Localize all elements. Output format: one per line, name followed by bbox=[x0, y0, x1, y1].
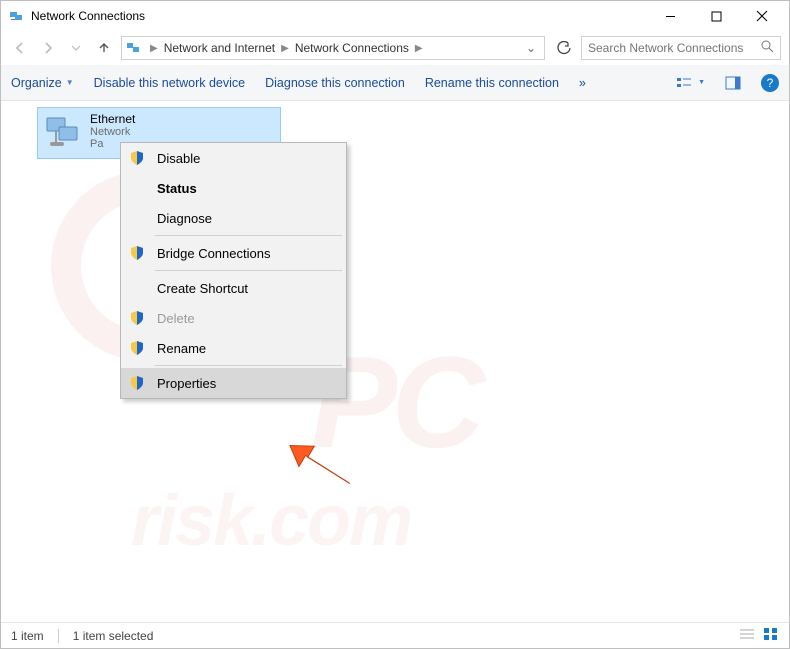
rename-label: Rename this connection bbox=[425, 76, 559, 90]
menu-separator bbox=[155, 365, 342, 366]
address-row: ▶ Network and Internet ▶ Network Connect… bbox=[1, 31, 789, 65]
command-bar: Organize ▼ Disable this network device D… bbox=[1, 65, 789, 101]
shield-icon bbox=[129, 150, 145, 166]
chevron-right-icon: ▶ bbox=[411, 43, 427, 54]
diagnose-label: Diagnose this connection bbox=[265, 76, 405, 90]
ctx-delete: Delete bbox=[121, 303, 346, 333]
chevron-right-icon: ▶ bbox=[277, 43, 293, 54]
ctx-status[interactable]: Status bbox=[121, 173, 346, 203]
chevron-right-icon: ▶ bbox=[146, 43, 162, 54]
shield-icon bbox=[129, 340, 145, 356]
annotation-arrow bbox=[285, 435, 363, 495]
window-controls bbox=[647, 1, 785, 31]
ctx-bridge-label: Bridge Connections bbox=[157, 246, 270, 261]
view-options-button[interactable]: ▼ bbox=[676, 76, 705, 90]
window-title: Network Connections bbox=[31, 9, 647, 23]
back-button[interactable] bbox=[9, 37, 31, 59]
status-item-count: 1 item bbox=[11, 629, 44, 643]
help-button[interactable]: ? bbox=[761, 74, 779, 92]
ctx-properties[interactable]: Properties bbox=[121, 368, 346, 398]
search-icon bbox=[761, 40, 774, 56]
close-button[interactable] bbox=[739, 1, 785, 31]
shield-icon bbox=[129, 310, 145, 326]
up-button[interactable] bbox=[93, 37, 115, 59]
large-icons-view-icon[interactable] bbox=[763, 627, 779, 644]
address-dropdown-icon[interactable]: ⌄ bbox=[522, 41, 540, 55]
recent-dropdown[interactable] bbox=[65, 37, 87, 59]
address-bar[interactable]: ▶ Network and Internet ▶ Network Connect… bbox=[121, 36, 545, 60]
watermark-site: risk.com bbox=[131, 480, 411, 562]
adapter-network: Network bbox=[90, 126, 135, 138]
explorer-window: Network Connections ▶ Network and Intern… bbox=[0, 0, 790, 649]
shield-icon bbox=[129, 245, 145, 261]
minimize-button[interactable] bbox=[647, 1, 693, 31]
status-bar: 1 item 1 item selected bbox=[1, 622, 789, 648]
dropdown-caret-icon: ▼ bbox=[66, 78, 74, 87]
search-input[interactable] bbox=[588, 41, 761, 55]
menu-separator bbox=[155, 270, 342, 271]
toolbar-overflow[interactable]: » bbox=[579, 76, 586, 90]
ctx-delete-label: Delete bbox=[157, 311, 195, 326]
organize-label: Organize bbox=[11, 76, 62, 90]
ctx-properties-label: Properties bbox=[157, 376, 216, 391]
adapter-name: Ethernet bbox=[90, 112, 135, 126]
disable-device-button[interactable]: Disable this network device bbox=[94, 76, 245, 90]
content-area[interactable]: PC risk.com Ethernet Network Pa Disable … bbox=[1, 101, 789, 622]
breadcrumb-current[interactable]: Network Connections bbox=[293, 41, 411, 55]
status-separator bbox=[58, 629, 59, 643]
dropdown-caret-icon: ▼ bbox=[698, 79, 705, 86]
refresh-button[interactable] bbox=[553, 37, 575, 59]
ctx-disable-label: Disable bbox=[157, 151, 200, 166]
diagnose-button[interactable]: Diagnose this connection bbox=[265, 76, 405, 90]
adapter-icon bbox=[44, 112, 84, 152]
maximize-button[interactable] bbox=[693, 1, 739, 31]
menu-separator bbox=[155, 235, 342, 236]
rename-button[interactable]: Rename this connection bbox=[425, 76, 559, 90]
search-box[interactable] bbox=[581, 36, 781, 60]
ctx-rename[interactable]: Rename bbox=[121, 333, 346, 363]
ctx-diagnose-label: Diagnose bbox=[157, 211, 212, 226]
ctx-shortcut-label: Create Shortcut bbox=[157, 281, 248, 296]
shield-icon bbox=[129, 375, 145, 391]
ctx-rename-label: Rename bbox=[157, 341, 206, 356]
breadcrumb-parent[interactable]: Network and Internet bbox=[162, 41, 277, 55]
organize-menu[interactable]: Organize ▼ bbox=[11, 76, 74, 90]
details-view-icon[interactable] bbox=[739, 627, 755, 644]
context-menu: Disable Status Diagnose Bridge Connectio… bbox=[120, 142, 347, 399]
ctx-diagnose[interactable]: Diagnose bbox=[121, 203, 346, 233]
app-icon bbox=[9, 8, 25, 24]
ctx-shortcut[interactable]: Create Shortcut bbox=[121, 273, 346, 303]
status-selected-count: 1 item selected bbox=[73, 629, 154, 643]
disable-device-label: Disable this network device bbox=[94, 76, 245, 90]
overflow-label: » bbox=[579, 76, 586, 90]
preview-pane-button[interactable] bbox=[725, 76, 741, 90]
forward-button[interactable] bbox=[37, 37, 59, 59]
view-mode-icons bbox=[739, 627, 779, 644]
ctx-status-label: Status bbox=[157, 181, 197, 196]
ctx-disable[interactable]: Disable bbox=[121, 143, 346, 173]
location-icon bbox=[126, 40, 142, 56]
ctx-bridge[interactable]: Bridge Connections bbox=[121, 238, 346, 268]
titlebar: Network Connections bbox=[1, 1, 789, 31]
